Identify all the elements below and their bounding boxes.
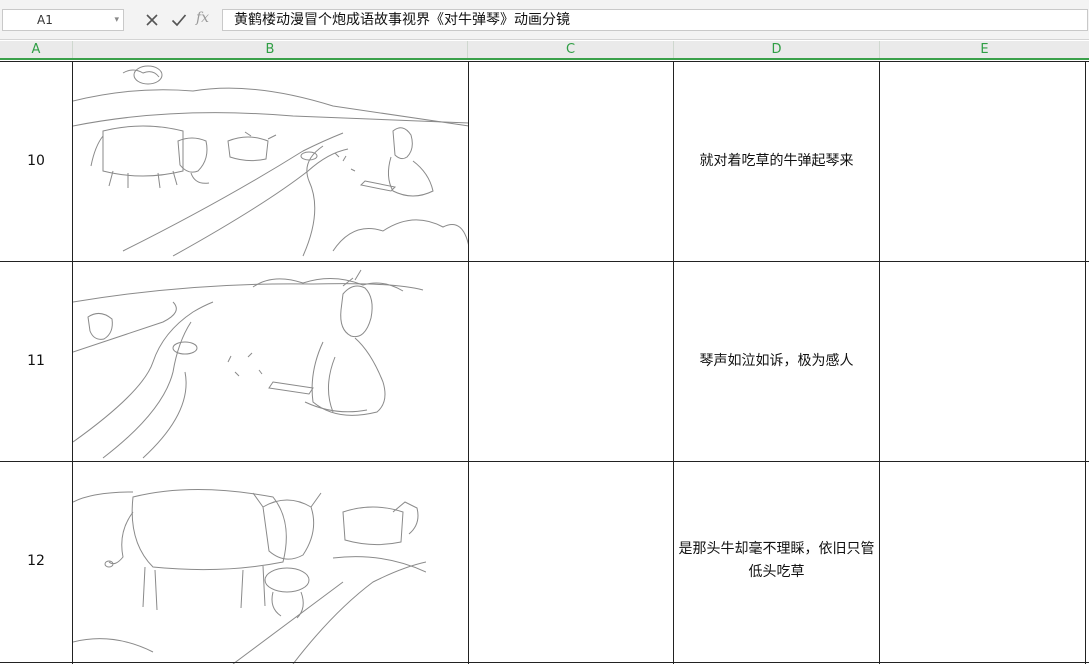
storyboard-musician-playing-sketch-icon: [73, 269, 424, 459]
name-box-value: A1: [37, 13, 53, 27]
storyboard-image-12[interactable]: [73, 462, 426, 664]
description-cell[interactable]: 是那头牛却毫不理睬，依旧只管低头吃草: [674, 461, 879, 661]
grid-line: [879, 61, 880, 664]
description-cell[interactable]: 琴声如泣如诉，极为感人: [674, 261, 879, 461]
name-box[interactable]: A1 ▾: [2, 9, 124, 31]
grid-line: [0, 61, 1089, 62]
grid-line: [0, 662, 1089, 663]
column-header-a[interactable]: A: [0, 41, 73, 58]
chevron-down-icon[interactable]: ▾: [114, 10, 119, 30]
column-header-b[interactable]: B: [73, 41, 468, 58]
formula-content: 黄鹤楼动漫冒个炮成语故事视界《对牛弹琴》动画分镜: [234, 12, 570, 28]
column-header-e[interactable]: E: [880, 41, 1089, 58]
column-header-row: A B C D E: [0, 41, 1089, 60]
storyboard-cow-grazing-sketch-icon: [73, 489, 426, 664]
grid-line: [1085, 61, 1086, 664]
column-header-c[interactable]: C: [468, 41, 674, 58]
grid-line: [0, 261, 1089, 262]
formula-bar: A1 ▾ fx 黄鹤楼动漫冒个炮成语故事视界《对牛弹琴》动画分镜: [0, 0, 1089, 40]
row-number-cell[interactable]: 11: [0, 261, 72, 461]
description-cell[interactable]: 就对着吃草的牛弹起琴来: [674, 61, 879, 261]
grid-line: [72, 61, 73, 664]
storyboard-image-10[interactable]: [73, 61, 469, 261]
row-number-cell[interactable]: 12: [0, 461, 72, 661]
grid-line: [0, 461, 1089, 462]
confirm-check-icon[interactable]: [168, 9, 190, 31]
storyboard-cows-and-musician-sketch-icon: [73, 65, 469, 257]
column-header-d[interactable]: D: [674, 41, 880, 58]
fx-icon[interactable]: fx: [196, 10, 209, 26]
formula-input[interactable]: 黄鹤楼动漫冒个炮成语故事视界《对牛弹琴》动画分镜: [222, 9, 1088, 31]
grid-line: [468, 61, 469, 664]
cancel-icon[interactable]: [141, 9, 163, 31]
spreadsheet-grid[interactable]: 10 11 12 就对着吃草的牛弹起琴来 琴声如泣如诉，极为感人 是那头牛却毫不…: [0, 61, 1089, 664]
row-number-cell[interactable]: 10: [0, 61, 72, 261]
storyboard-image-11[interactable]: [73, 262, 468, 460]
